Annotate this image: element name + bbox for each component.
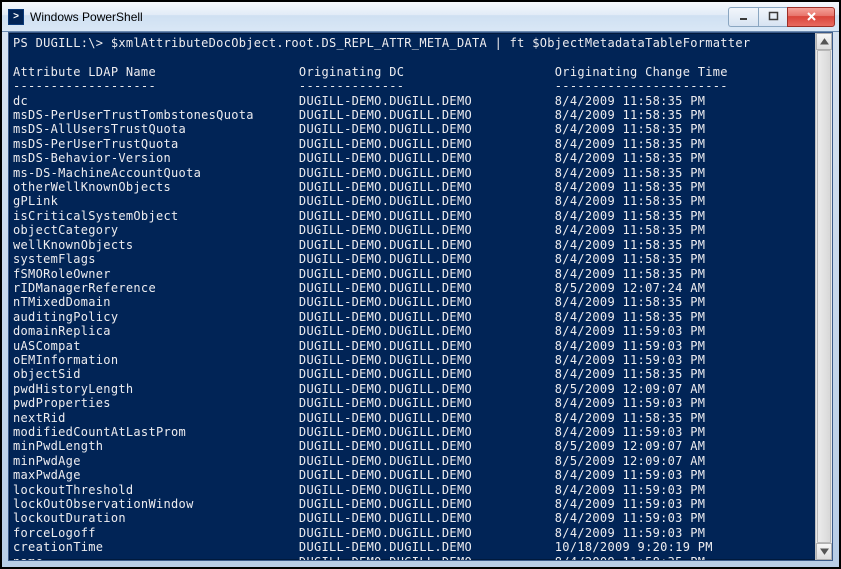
vertical-scrollbar[interactable]: [815, 33, 832, 560]
scrollbar-track[interactable]: [816, 50, 832, 543]
powershell-icon: >: [8, 9, 24, 25]
scroll-down-button[interactable]: [816, 543, 832, 560]
titlebar[interactable]: > Windows PowerShell: [2, 2, 839, 32]
window-title: Windows PowerShell: [30, 10, 728, 24]
minimize-button[interactable]: [728, 7, 758, 27]
console-area: PS DUGILL:\> $xmlAttributeDocObject.root…: [8, 32, 833, 561]
close-button[interactable]: [787, 7, 835, 27]
console-output[interactable]: PS DUGILL:\> $xmlAttributeDocObject.root…: [9, 33, 815, 560]
scroll-up-button[interactable]: [816, 33, 832, 50]
scrollbar-thumb[interactable]: [817, 50, 831, 543]
window-controls: [728, 7, 835, 27]
maximize-button[interactable]: [758, 7, 788, 27]
